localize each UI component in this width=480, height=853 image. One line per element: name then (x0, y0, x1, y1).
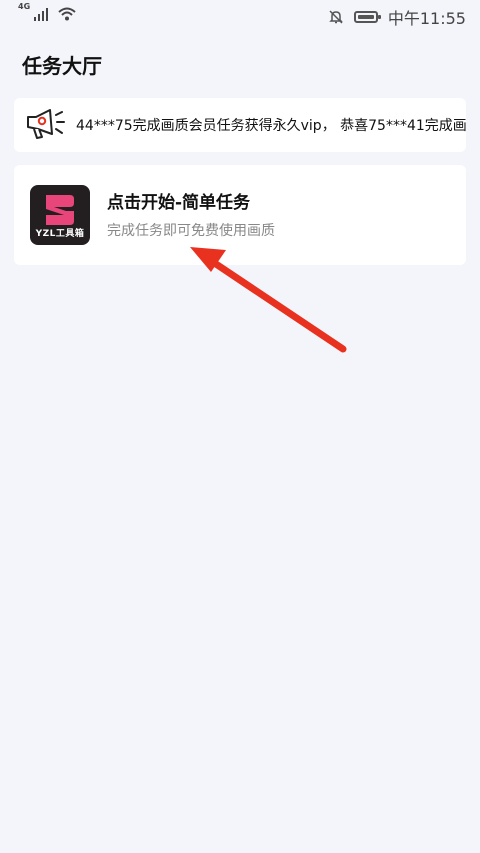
battery-icon (353, 11, 381, 23)
clock: 中午11:55 (387, 9, 466, 28)
signal-group: 4G (18, 2, 76, 21)
mute-bell-icon (329, 10, 343, 24)
app-icon-label: YZL工具箱 (35, 229, 85, 239)
signal-icon (34, 7, 49, 21)
notice-text: 44***75完成画质会员任务获得永久vip， 恭喜75***41完成画 (76, 118, 466, 134)
megaphone-icon (27, 109, 65, 139)
task-title[interactable]: 点击开始-简单任务 (107, 188, 250, 213)
wifi-icon (58, 7, 76, 21)
page-title: 任务大厅 (22, 54, 102, 78)
network-type-label: 4G (18, 2, 31, 11)
task-subtitle: 完成任务即可免费使用画质 (107, 223, 275, 239)
app-icon: YZL工具箱 (30, 185, 90, 245)
status-bar: 4G 中午11:55 (0, 0, 480, 34)
task-card[interactable]: YZL工具箱 点击开始-简单任务 完成任务即可免费使用画质 (14, 165, 466, 265)
notice-banner[interactable]: 44***75完成画质会员任务获得永久vip， 恭喜75***41完成画 (14, 98, 466, 152)
